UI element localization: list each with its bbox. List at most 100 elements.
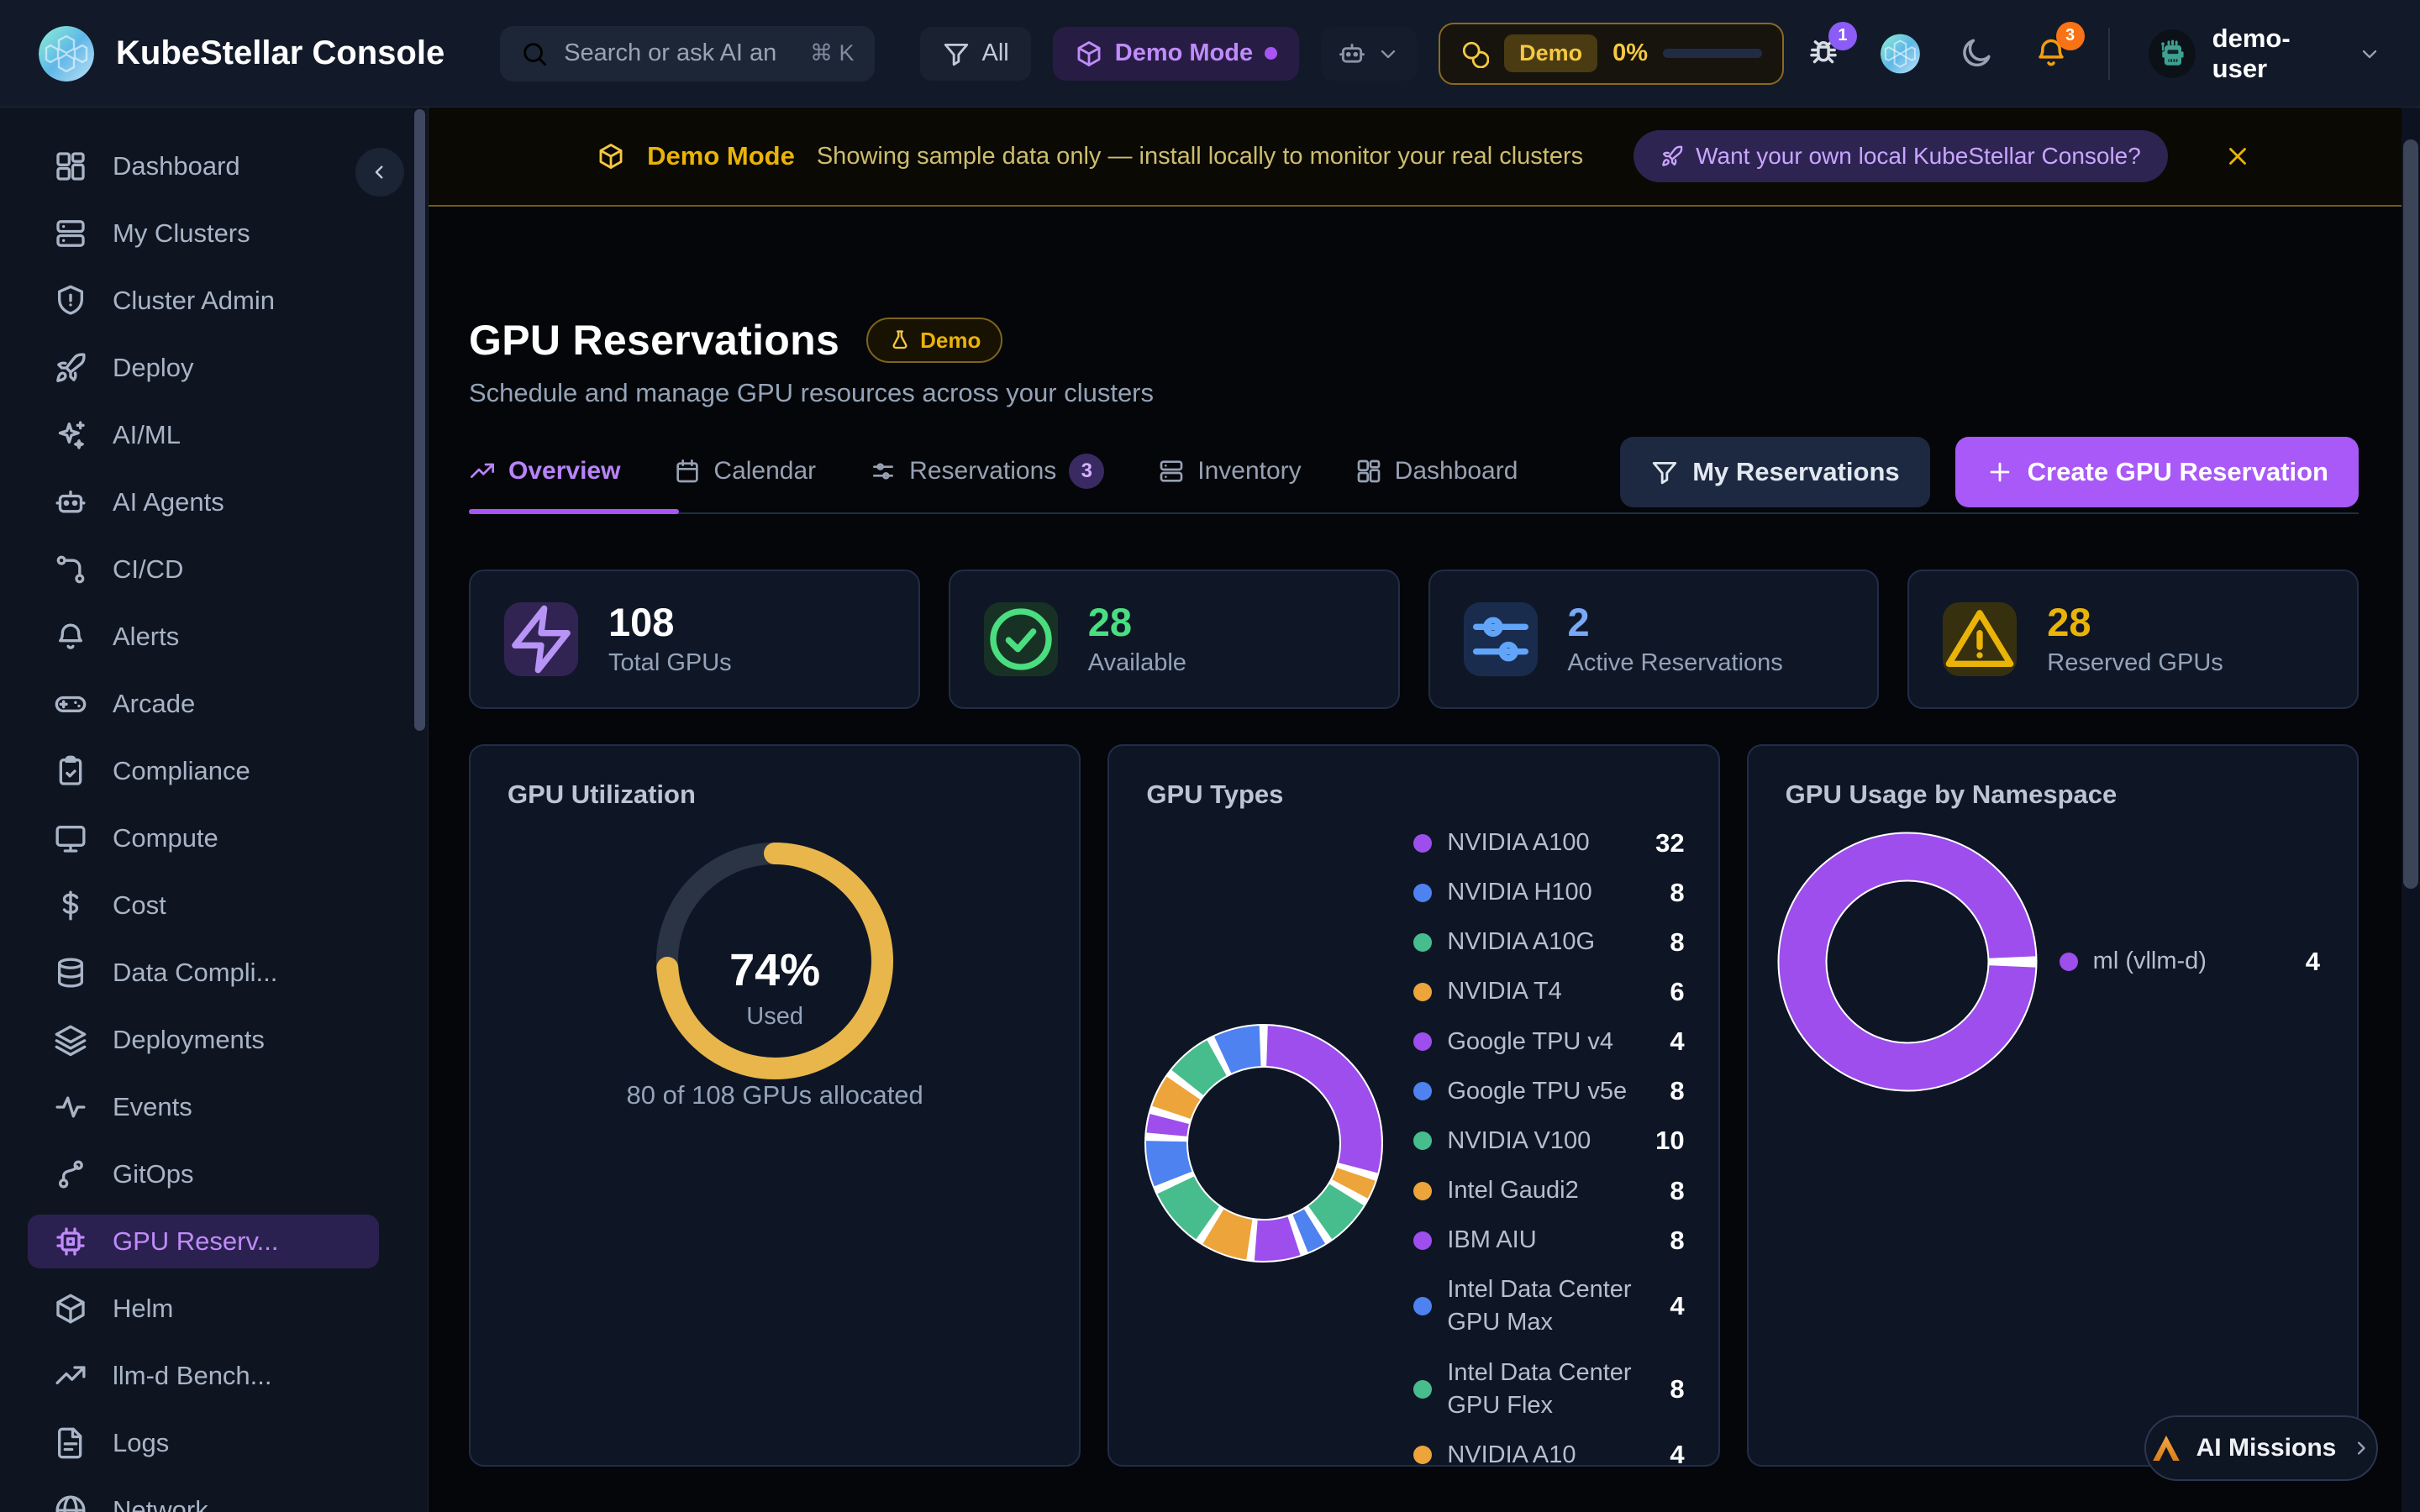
bell-icon [54, 620, 87, 654]
tab-inventory[interactable]: Inventory [1158, 457, 1301, 486]
cost-demo-chip: Demo [1504, 34, 1597, 72]
legend-dot [1413, 1032, 1432, 1051]
sidebar-item-arcade[interactable]: Arcade [28, 677, 379, 731]
namespace-donut [1773, 827, 2042, 1096]
stats-row: 108Total GPUs28Available2Active Reservat… [469, 570, 2359, 709]
cost-usage-widget[interactable]: Demo 0% [1439, 23, 1784, 85]
window-scrollbar[interactable] [2402, 108, 2420, 1512]
sidebar-item-alerts[interactable]: Alerts [28, 610, 379, 664]
sidebar-item-network[interactable]: Network [28, 1483, 379, 1512]
legend-dot [1413, 834, 1432, 853]
agent-select[interactable] [1321, 27, 1417, 81]
my-reservations-button[interactable]: My Reservations [1620, 437, 1929, 507]
legend-value: 4 [2306, 947, 2320, 977]
sidebar-item-llm-d-bench[interactable]: llm-d Bench... [28, 1349, 379, 1403]
sidebar-item-ai-agents[interactable]: AI Agents [28, 475, 379, 529]
legend-item: Google TPU v44 [1413, 1026, 1684, 1058]
stat-value: 2 [1568, 601, 1783, 643]
legend-item: Google TPU v5e8 [1413, 1075, 1684, 1108]
scrollbar-thumb[interactable] [2403, 139, 2418, 889]
tab-overview[interactable]: Overview [469, 457, 620, 486]
stat-value: 28 [1088, 601, 1186, 643]
utilization-sublabel: Used [649, 1003, 901, 1031]
sidebar-scrollbar[interactable] [414, 109, 425, 731]
filter-icon [1650, 458, 1679, 486]
sidebar-item-compliance[interactable]: Compliance [28, 744, 379, 798]
tab-reservations[interactable]: Reservations3 [870, 454, 1104, 489]
git-branch-icon [54, 1158, 87, 1191]
filter-all-button[interactable]: All [920, 27, 1031, 81]
tab-dashboard[interactable]: Dashboard [1355, 457, 1518, 486]
legend-value: 8 [1670, 1076, 1684, 1106]
ai-missions-button[interactable]: AI Missions [2144, 1415, 2378, 1481]
top-navbar: KubeStellar Console Search or ask AI an … [0, 0, 2420, 108]
sidebar-item-label: Events [113, 1092, 192, 1122]
legend-label: NVIDIA T4 [1447, 975, 1655, 1008]
page-title: GPU Reservations [469, 316, 839, 365]
demo-mode-toggle[interactable]: Demo Mode [1053, 27, 1299, 81]
sidebar-item-gitops[interactable]: GitOps [28, 1147, 379, 1201]
sidebar-item-compute[interactable]: Compute [28, 811, 379, 865]
sidebar-item-label: Helm [113, 1294, 173, 1324]
search-placeholder: Search or ask AI an [564, 39, 795, 67]
cost-percent: 0% [1612, 39, 1648, 67]
sidebar-item-ai-ml[interactable]: AI/ML [28, 408, 379, 462]
legend-dot [1413, 1297, 1432, 1315]
dashboard-icon [54, 150, 87, 183]
check-circle-icon [984, 602, 1058, 676]
sidebar-item-cluster-admin[interactable]: Cluster Admin [28, 274, 379, 328]
legend-item: NVIDIA A10G8 [1413, 926, 1684, 958]
stat-card-reserved-gpus: 28Reserved GPUs [1907, 570, 2359, 709]
create-gpu-reservation-button[interactable]: Create GPU Reservation [1955, 437, 2359, 507]
legend-item: NVIDIA A10032 [1413, 827, 1684, 859]
legend-item: NVIDIA A104 [1413, 1439, 1684, 1472]
sidebar-item-dashboard[interactable]: Dashboard [28, 139, 379, 193]
legend-label: ml (vllm-d) [2093, 945, 2291, 978]
sidebar-item-label: Logs [113, 1428, 169, 1458]
sidebar-item-gpu-reserv[interactable]: GPU Reserv... [28, 1215, 379, 1268]
sidebar-collapse-button[interactable] [355, 148, 404, 197]
stat-card-active-reservations: 2Active Reservations [1428, 570, 1880, 709]
legend-label: Intel Gaudi2 [1447, 1174, 1655, 1207]
legend-label: Intel Data Center GPU Max [1447, 1273, 1655, 1339]
navbar-divider [2108, 28, 2110, 80]
shield-icon [54, 284, 87, 318]
kubestellar-mini-logo[interactable] [1881, 34, 1920, 74]
tab-calendar[interactable]: Calendar [674, 457, 816, 486]
sidebar-item-data-compli[interactable]: Data Compli... [28, 946, 379, 1000]
activity-icon [54, 1090, 87, 1124]
database-icon [54, 956, 87, 990]
theme-toggle-button[interactable] [1959, 35, 1995, 72]
bug-report-button[interactable]: 1 [1806, 35, 1842, 72]
sidebar-item-my-clusters[interactable]: My Clusters [28, 207, 379, 260]
banner-close-button[interactable] [2223, 142, 2252, 171]
tab-label: Dashboard [1395, 457, 1518, 486]
notifications-badge: 3 [2056, 22, 2085, 50]
legend-dot [1413, 1131, 1432, 1150]
legend-label: Google TPU v4 [1447, 1026, 1655, 1058]
trending-up-icon [54, 1359, 87, 1393]
sidebar-item-cost[interactable]: Cost [28, 879, 379, 932]
sidebar-item-label: CI/CD [113, 554, 183, 585]
sidebar-item-events[interactable]: Events [28, 1080, 379, 1134]
app-title: KubeStellar Console [116, 34, 445, 72]
legend-dot [1413, 884, 1432, 902]
sidebar-item-logs[interactable]: Logs [28, 1416, 379, 1470]
stat-label: Reserved GPUs [2047, 649, 2223, 677]
banner-cta-button[interactable]: Want your own local KubeStellar Console? [1634, 130, 2168, 182]
sidebar-item-helm[interactable]: Helm [28, 1282, 379, 1336]
package-icon [54, 1292, 87, 1326]
tab-label: Inventory [1197, 457, 1301, 486]
chart-title: GPU Usage by Namespace [1786, 780, 2320, 810]
notifications-button[interactable]: 3 [2033, 35, 2070, 72]
stat-value: 108 [608, 601, 732, 643]
sliders-icon [870, 458, 897, 485]
sidebar-item-ci-cd[interactable]: CI/CD [28, 543, 379, 596]
user-menu[interactable]: demo-user [2149, 24, 2381, 84]
chart-title: GPU Types [1146, 780, 1681, 810]
sidebar-item-label: AI/ML [113, 420, 181, 450]
sidebar-item-deployments[interactable]: Deployments [28, 1013, 379, 1067]
sidebar-item-deploy[interactable]: Deploy [28, 341, 379, 395]
legend-dot [1413, 1182, 1432, 1200]
search-input[interactable]: Search or ask AI an ⌘ K [500, 26, 874, 81]
